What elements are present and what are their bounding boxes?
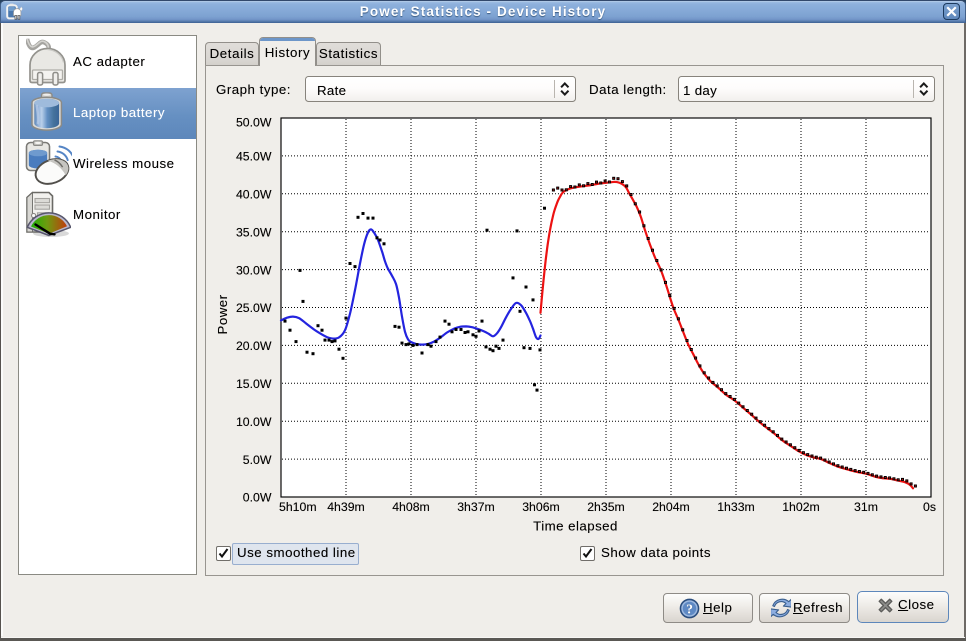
svg-text:5h10m: 5h10m — [279, 500, 317, 514]
svg-text:15.0W: 15.0W — [236, 377, 272, 391]
svg-text:5.0W: 5.0W — [243, 453, 272, 467]
svg-text:0s: 0s — [923, 500, 936, 514]
svg-text:3h37m: 3h37m — [457, 500, 495, 514]
svg-text:20.0W: 20.0W — [236, 339, 272, 353]
svg-text:?: ? — [686, 601, 693, 616]
svg-text:2h35m: 2h35m — [587, 500, 625, 514]
svg-text:3h06m: 3h06m — [522, 500, 560, 514]
svg-text:4h39m: 4h39m — [327, 500, 365, 514]
svg-text:25.0W: 25.0W — [236, 301, 272, 315]
svg-text:0.0W: 0.0W — [243, 491, 272, 505]
svg-text:1h02m: 1h02m — [782, 500, 820, 514]
svg-text:2h04m: 2h04m — [652, 500, 690, 514]
svg-text:35.0W: 35.0W — [236, 225, 272, 239]
svg-text:1h33m: 1h33m — [717, 500, 755, 514]
svg-text:Time elapsed: Time elapsed — [533, 519, 618, 534]
svg-text:10.0W: 10.0W — [236, 415, 272, 429]
svg-text:50.0W: 50.0W — [236, 116, 272, 130]
svg-text:31m: 31m — [854, 500, 878, 514]
svg-text:40.0W: 40.0W — [236, 188, 272, 202]
svg-text:30.0W: 30.0W — [236, 263, 272, 277]
svg-text:4h08m: 4h08m — [392, 500, 430, 514]
svg-text:45.0W: 45.0W — [236, 150, 272, 164]
svg-text:Power: Power — [215, 294, 230, 334]
